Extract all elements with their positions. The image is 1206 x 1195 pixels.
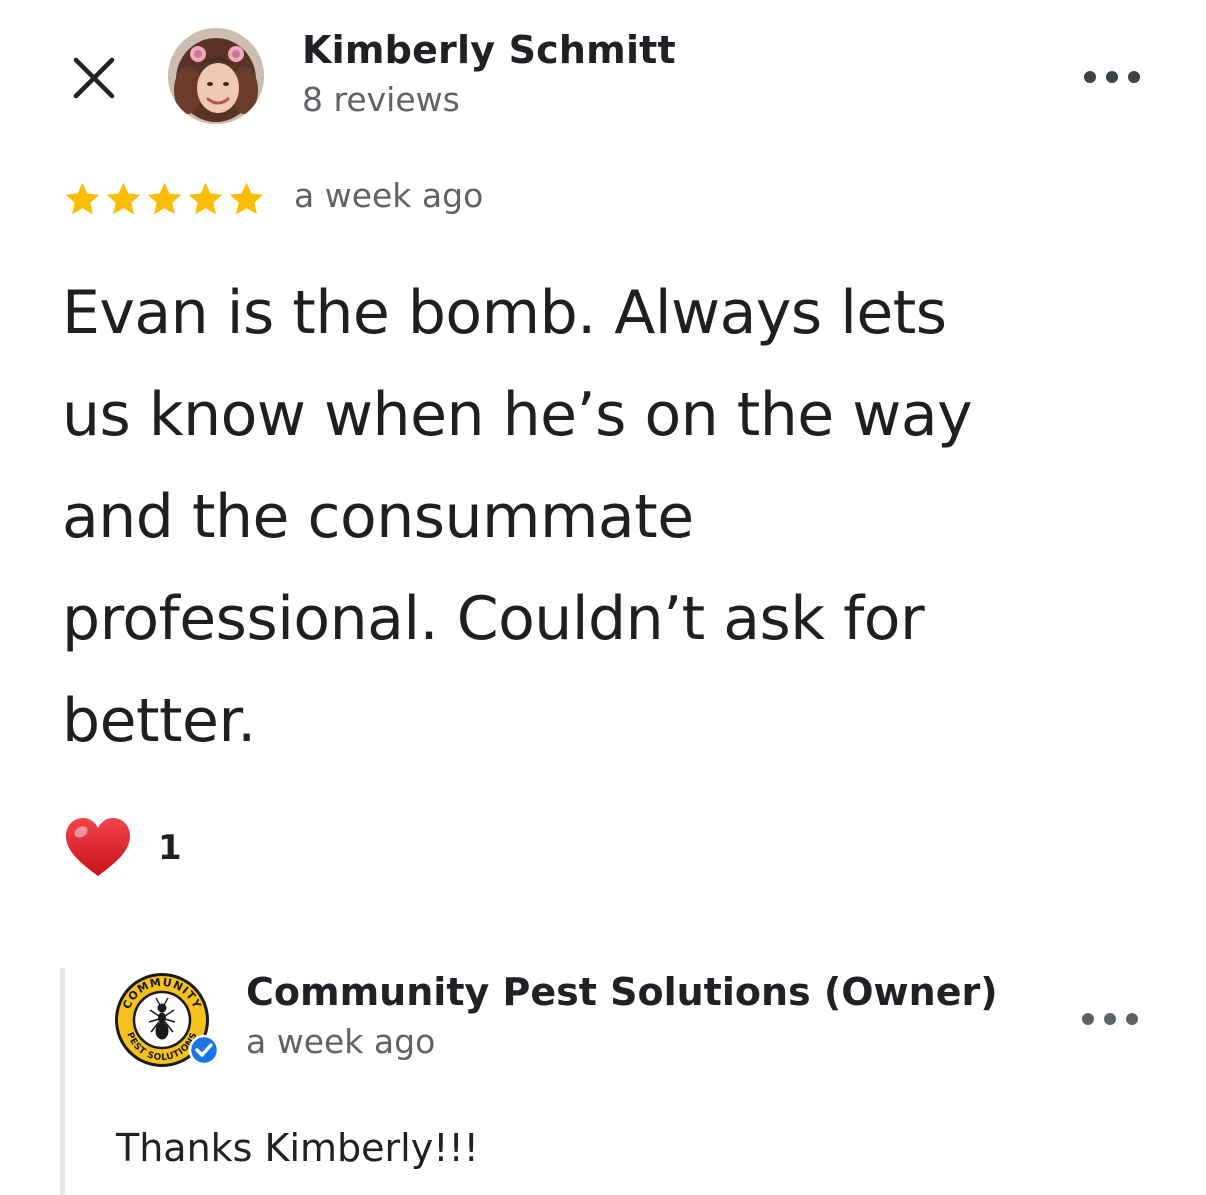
reply-divider (60, 968, 65, 1195)
star-icon (229, 182, 264, 214)
verified-check-icon (188, 1034, 220, 1066)
reaction-count: 1 (158, 828, 182, 868)
owner-reply-date: a week ago (246, 1022, 436, 1061)
owner-logo[interactable]: COMMUNITY PEST SOLUTIONS (112, 970, 220, 1070)
author-name[interactable]: Kimberly Schmitt (302, 28, 676, 72)
star-icon (147, 182, 182, 214)
avatar-photo (168, 28, 264, 124)
more-options-dot (1106, 71, 1118, 83)
star-icon (106, 182, 141, 214)
author-review-count[interactable]: 8 reviews (302, 80, 460, 119)
more-options-icon (1084, 71, 1096, 83)
more-options-icon (1082, 1013, 1094, 1025)
review-detail-page: Kimberly Schmitt 8 reviews a week ago Ev… (0, 0, 1206, 1195)
more-options-dot (1126, 1013, 1138, 1025)
star-rating (62, 176, 267, 222)
owner-reply-text: Thanks Kimberly!!! (116, 1126, 479, 1170)
review-text: Evan is the bomb. Always lets us know wh… (62, 278, 973, 756)
more-options-dot (1128, 71, 1140, 83)
more-options-button[interactable] (1084, 62, 1140, 92)
star-icon (188, 182, 223, 214)
community-pest-solutions-logo: COMMUNITY PEST SOLUTIONS (115, 973, 220, 1067)
more-options-dot (1104, 1013, 1116, 1025)
heart-reaction-button[interactable] (62, 812, 134, 884)
stars (62, 179, 267, 220)
review-date: a week ago (294, 176, 484, 215)
heart-icon (66, 818, 130, 876)
owner-name[interactable]: Community Pest Solutions (Owner) (246, 970, 998, 1014)
reply-more-options-button[interactable] (1082, 1004, 1138, 1034)
avatar[interactable] (168, 28, 264, 124)
close-icon (73, 57, 115, 99)
star-icon (65, 182, 100, 214)
close-button[interactable] (66, 50, 122, 106)
